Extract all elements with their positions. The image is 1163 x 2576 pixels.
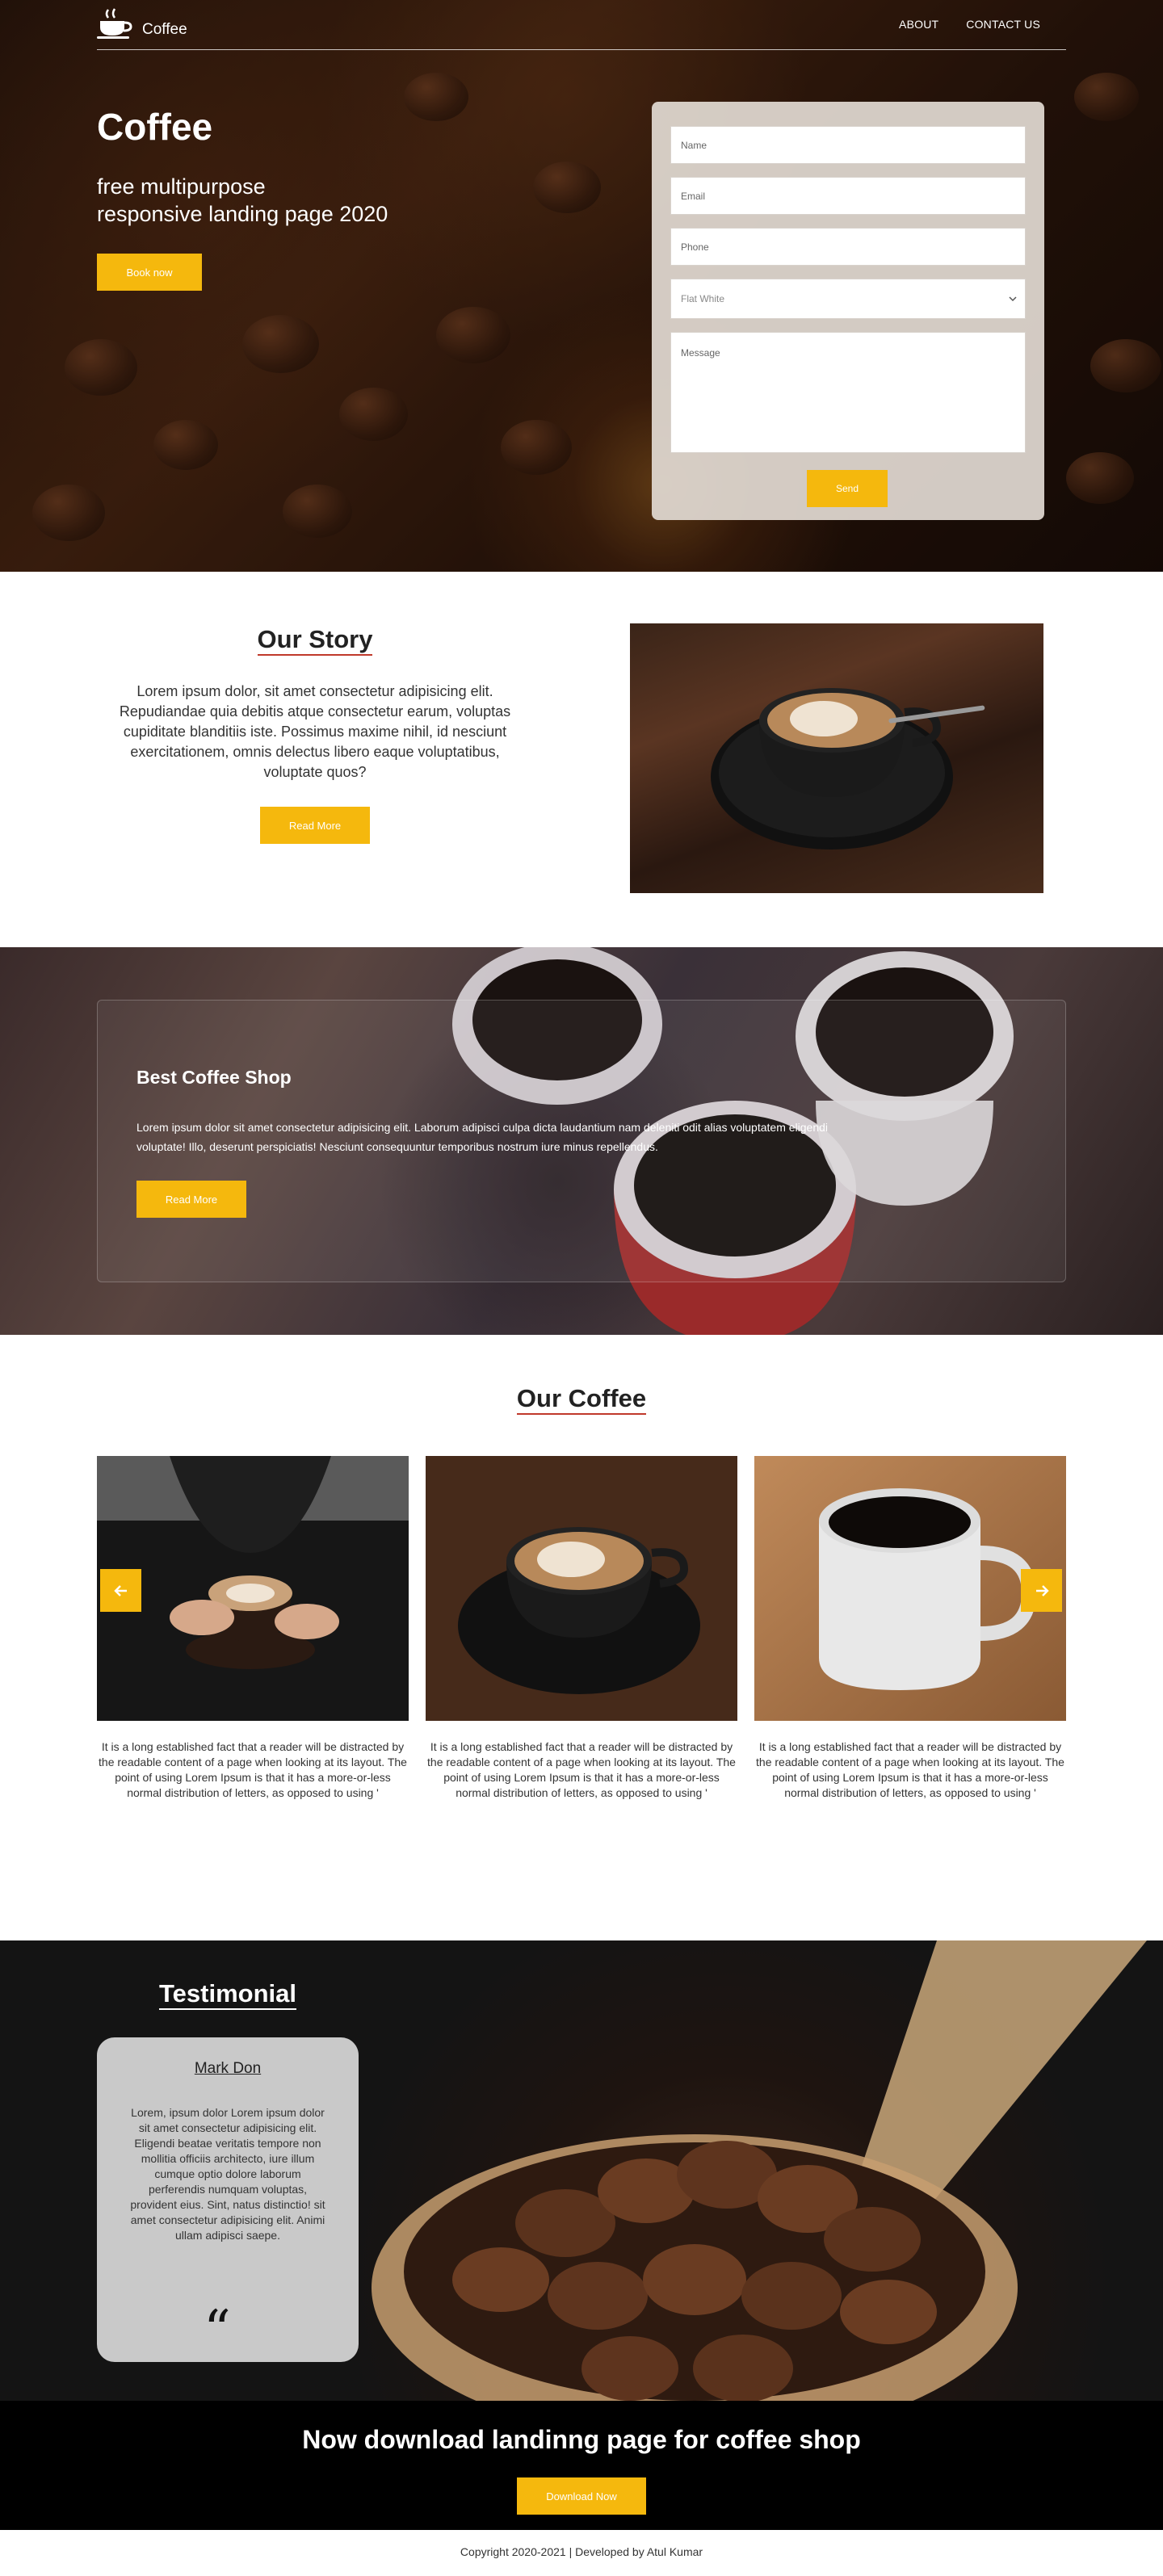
logo-text: Coffee <box>142 21 187 38</box>
coffee-card-image-3 <box>754 1456 1066 1721</box>
booking-form: Name Email Phone Flat White Message Send <box>652 102 1044 520</box>
arrow-left-icon <box>113 1584 127 1596</box>
hero-subtitle-line-1: free multipurpose <box>97 174 266 199</box>
testimonial-card: Mark Don Lorem, ipsum dolor Lorem ipsum … <box>97 2037 359 2362</box>
nav-link-contact[interactable]: CONTACT US <box>966 18 1040 31</box>
testimonial-title-text: Testimonial <box>159 1979 296 2010</box>
name-field[interactable]: Name <box>670 126 1026 164</box>
coffee-card-text-1: It is a long established fact that a rea… <box>99 1740 407 1799</box>
coffee-cup-icon <box>97 8 132 39</box>
coffee-select-value: Flat White <box>681 293 725 304</box>
story-read-more-button[interactable]: Read More <box>260 807 370 844</box>
download-now-button[interactable]: Download Now <box>517 2477 646 2515</box>
email-field[interactable]: Email <box>670 177 1026 215</box>
coffee-select[interactable]: Flat White <box>670 279 1026 319</box>
logo[interactable]: Coffee <box>97 8 187 40</box>
shop-title: Best Coffee Shop <box>136 1067 292 1088</box>
shop-read-more-button[interactable]: Read More <box>136 1181 246 1218</box>
download-section: Now download landinng page for coffee sh… <box>0 2401 1163 2530</box>
coffee-card-image-1 <box>97 1456 409 1721</box>
top-nav: Coffee ABOUT CONTACT US <box>97 0 1066 50</box>
best-coffee-shop-section: Best Coffee Shop Lorem ipsum dolor sit a… <box>0 947 1163 1335</box>
carousel-next-button[interactable] <box>1021 1569 1062 1612</box>
testimonial-section: Testimonial Mark Don Lorem, ipsum dolor … <box>0 1940 1163 2401</box>
nav-link-about[interactable]: ABOUT <box>899 18 938 31</box>
story-text: Lorem ipsum dolor, sit amet consectetur … <box>119 683 511 780</box>
coffee-card-image-2 <box>426 1456 737 1721</box>
carousel-prev-button[interactable] <box>100 1569 141 1612</box>
shop-text: Lorem ipsum dolor sit amet consectetur a… <box>136 1121 829 1153</box>
send-button[interactable]: Send <box>807 470 888 507</box>
copyright: Copyright 2020-2021 | Developed by Atul … <box>460 2545 703 2558</box>
hero-subtitle-line-2: responsive landing page 2020 <box>97 202 388 226</box>
hero-title: Coffee <box>97 106 213 148</box>
story-title-text: Our Story <box>257 625 373 656</box>
story-title: Our Story <box>97 625 533 656</box>
testimonial-title: Testimonial <box>97 1979 359 2010</box>
download-title: Now download landinng page for coffee sh… <box>302 2425 861 2454</box>
hero-section: Coffee ABOUT CONTACT US Coffee free mult… <box>0 0 1163 572</box>
phone-field[interactable]: Phone <box>670 228 1026 266</box>
shop-panel: Best Coffee Shop Lorem ipsum dolor sit a… <box>97 1000 1066 1282</box>
book-now-button[interactable]: Book now <box>97 254 202 291</box>
testimonial-text: Lorem, ipsum dolor Lorem ipsum dolor sit… <box>130 2106 325 2242</box>
nav-links: ABOUT CONTACT US <box>899 18 1040 31</box>
arrow-right-icon <box>1035 1584 1049 1596</box>
chevron-down-icon <box>1009 296 1017 302</box>
story-coffee-image <box>630 623 1043 893</box>
coffee-card-text-3: It is a long established fact that a rea… <box>756 1740 1064 1799</box>
quote-icon: “ <box>204 2299 231 2361</box>
our-coffee-title: Our Coffee <box>0 1384 1163 1415</box>
our-coffee-title-text: Our Coffee <box>516 1384 647 1415</box>
message-field[interactable]: Message <box>670 332 1026 453</box>
coffee-card-text-2: It is a long established fact that a rea… <box>427 1740 736 1799</box>
testimonial-name: Mark Don <box>194 2060 262 2077</box>
hero-subtitle: free multipurpose responsive landing pag… <box>97 173 501 228</box>
